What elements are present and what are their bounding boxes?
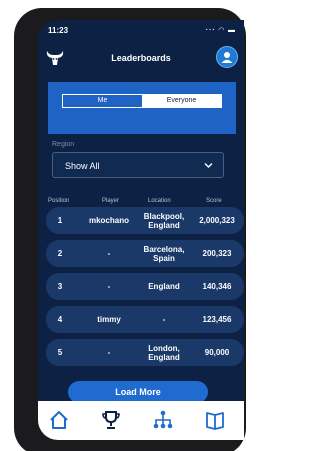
app-screen: 11:23 ··· ◠ ▬ Leaderboards Me Everyone R… xyxy=(38,20,244,440)
table-row[interactable]: 5 - London, England 90,000 xyxy=(46,339,244,366)
position-cell: 3 xyxy=(57,282,63,291)
location-cell: Blackpool, England xyxy=(143,211,185,230)
app-header: Leaderboards xyxy=(38,44,244,72)
location-cell: - xyxy=(162,315,166,324)
player-cell: - xyxy=(107,249,111,258)
region-select[interactable]: Show All xyxy=(52,152,224,178)
user-icon xyxy=(221,52,233,63)
home-icon[interactable] xyxy=(48,409,70,431)
toggle-everyone-button[interactable]: Everyone xyxy=(142,95,221,107)
score-cell: 200,323 xyxy=(202,249,232,258)
table-row[interactable]: 3 - England 140,346 xyxy=(46,273,244,300)
player-cell: timmy xyxy=(97,315,121,324)
column-header-position: Position xyxy=(48,198,70,204)
scope-toggle: Me Everyone xyxy=(62,94,222,108)
column-header-score: Score xyxy=(206,198,222,204)
status-time: 11:23 xyxy=(48,26,69,35)
status-icons: ··· ◠ ▬ xyxy=(205,27,236,34)
table-row[interactable]: 1 mkochano Blackpool, England 2,000,323 xyxy=(46,207,244,234)
score-cell: 90,000 xyxy=(204,348,230,357)
book-icon[interactable] xyxy=(204,409,226,431)
table-row[interactable]: 2 - Barcelona, Spain 200,323 xyxy=(46,240,244,267)
score-cell: 140,346 xyxy=(202,282,232,291)
load-more-button[interactable]: Load More xyxy=(68,381,208,403)
score-cell: 2,000,323 xyxy=(199,216,235,225)
position-cell: 4 xyxy=(57,315,63,324)
location-cell: London, England xyxy=(148,343,180,362)
page-title: Leaderboards xyxy=(111,53,171,63)
bottom-nav xyxy=(38,401,244,440)
score-cell: 123,456 xyxy=(202,315,232,324)
toggle-me-button[interactable]: Me xyxy=(63,95,142,107)
trophy-icon[interactable] xyxy=(100,409,122,431)
region-select-value: Show All xyxy=(65,161,100,171)
column-header-player: Player xyxy=(102,198,120,204)
scope-toggle-panel: Me Everyone xyxy=(48,82,236,134)
position-cell: 5 xyxy=(57,348,63,357)
column-header-location: Location xyxy=(148,198,171,204)
position-cell: 2 xyxy=(57,249,63,258)
player-cell: - xyxy=(107,348,111,357)
position-cell: 1 xyxy=(57,216,63,225)
hierarchy-icon[interactable] xyxy=(152,409,174,431)
player-cell: mkochano xyxy=(88,216,129,225)
player-cell: - xyxy=(107,282,111,291)
chevron-down-icon xyxy=(204,163,213,168)
status-bar: 11:23 ··· ◠ ▬ xyxy=(38,20,244,42)
location-cell: England xyxy=(148,282,180,291)
region-label: Region xyxy=(52,141,75,148)
location-cell: Barcelona, Spain xyxy=(143,244,185,263)
profile-button[interactable] xyxy=(216,46,238,68)
table-row[interactable]: 4 timmy - 123,456 xyxy=(46,306,244,333)
